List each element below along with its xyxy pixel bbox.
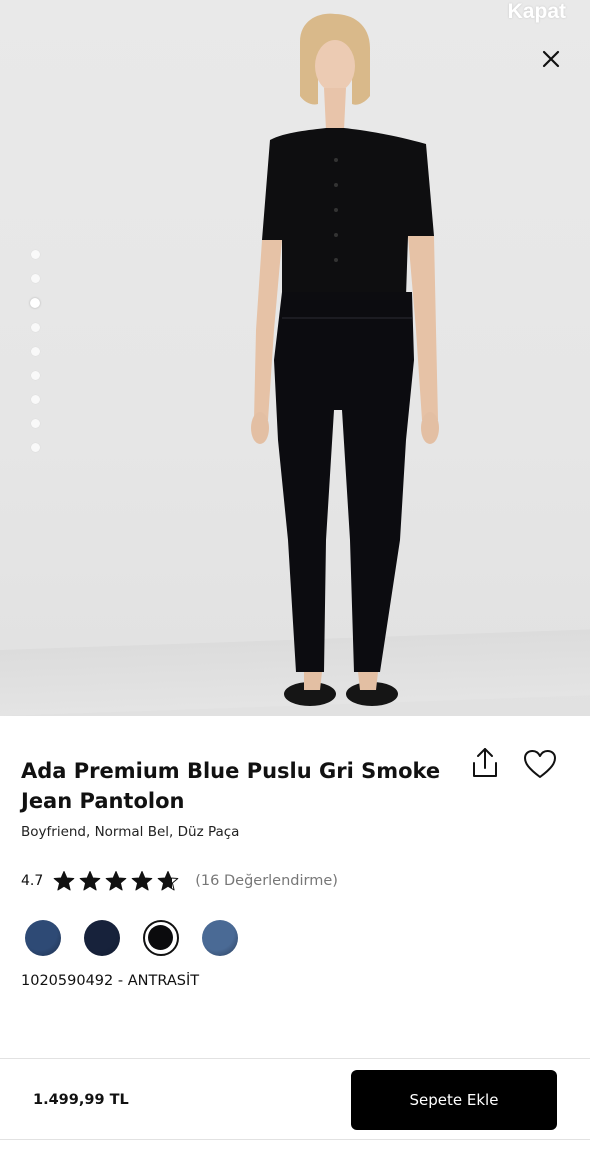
gallery-dot[interactable] bbox=[30, 443, 40, 452]
review-count-link[interactable]: (16 Değerlendirme) bbox=[195, 873, 338, 889]
gallery-pagination[interactable] bbox=[29, 250, 41, 467]
gallery-dot[interactable] bbox=[30, 274, 40, 283]
share-icon bbox=[473, 748, 497, 777]
star-icon bbox=[131, 871, 153, 891]
heart-icon bbox=[524, 750, 556, 778]
add-to-cart-button[interactable]: Sepete Ekle bbox=[351, 1070, 557, 1130]
gallery-dot[interactable] bbox=[30, 250, 40, 259]
star-icon bbox=[157, 871, 179, 891]
color-swatches bbox=[25, 920, 261, 956]
product-photo bbox=[251, 13, 439, 706]
color-swatch[interactable] bbox=[143, 920, 179, 956]
close-text[interactable]: Kapat bbox=[508, 0, 566, 24]
rating-stars bbox=[53, 870, 183, 892]
close-button[interactable] bbox=[536, 44, 566, 74]
product-sku: 1020590492 - ANTRASİT bbox=[21, 973, 200, 989]
share-button[interactable] bbox=[469, 746, 501, 780]
gallery-dot[interactable] bbox=[30, 371, 40, 380]
gallery-dot[interactable] bbox=[30, 298, 40, 308]
favorite-button[interactable] bbox=[522, 748, 558, 780]
color-swatch[interactable] bbox=[84, 920, 120, 956]
gallery-dot[interactable] bbox=[30, 323, 40, 332]
gallery-dot[interactable] bbox=[30, 347, 40, 356]
product-subtitle: Boyfriend, Normal Bel, Düz Paça bbox=[21, 824, 240, 840]
product-image-gallery[interactable]: Kapat bbox=[0, 0, 590, 716]
close-icon bbox=[542, 50, 560, 68]
product-title: Ada Premium Blue Puslu Gri Smoke Jean Pa… bbox=[21, 759, 441, 813]
color-swatch-fill bbox=[148, 925, 173, 950]
bottom-bar: 1.499,99 TL Sepete Ekle bbox=[0, 1058, 590, 1140]
star-icon bbox=[79, 871, 101, 891]
star-icon bbox=[53, 871, 75, 891]
rating-row: 4.7 (16 Değerlendirme) bbox=[21, 868, 338, 894]
gallery-dot[interactable] bbox=[30, 395, 40, 404]
rating-value: 4.7 bbox=[21, 873, 44, 889]
color-swatch[interactable] bbox=[202, 920, 238, 956]
color-swatch[interactable] bbox=[25, 920, 61, 956]
star-icon bbox=[105, 871, 127, 891]
price: 1.499,99 TL bbox=[33, 1092, 129, 1108]
gallery-dot[interactable] bbox=[30, 419, 40, 428]
